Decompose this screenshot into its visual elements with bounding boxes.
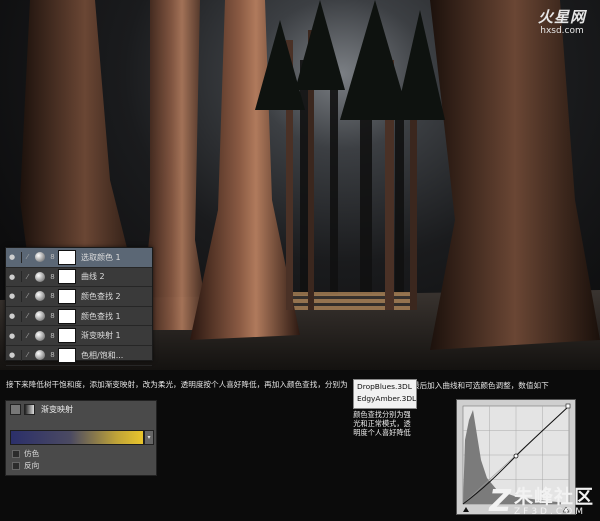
layer-row[interactable]: ● ⁄ 8 颜色查找 1	[6, 307, 152, 327]
eye-icon[interactable]: ●	[6, 292, 18, 300]
link-icon[interactable]: 8	[49, 273, 56, 281]
layer-name: 选取颜色 1	[81, 252, 121, 262]
layer-name: 颜色查找 2	[81, 291, 121, 301]
watermark-zf3d: Z 朱峰社区 ZF3D.COM	[489, 484, 594, 519]
eye-icon[interactable]: ●	[6, 253, 18, 261]
zf-logo-icon: Z	[489, 484, 511, 519]
layer-mask-thumb[interactable]	[58, 288, 76, 304]
dither-option[interactable]: 仿色	[12, 448, 39, 459]
layer-name: 曲线 2	[81, 272, 105, 282]
adjustment-icon	[35, 350, 45, 361]
link-icon[interactable]: 8	[49, 312, 56, 320]
lut-item: DropBlues.3DL	[357, 382, 412, 391]
layer-mask-thumb[interactable]	[58, 328, 76, 344]
caption-text: 接下来降低树干饱和度，添加渐变映射，改为柔光，透明度按个人喜好降低，再加入颜色查…	[6, 380, 348, 389]
link-icon[interactable]: 8	[49, 351, 56, 359]
layer-name: 颜色查找 1	[81, 311, 121, 321]
brush-icon: ⁄	[21, 349, 33, 361]
dither-checkbox[interactable]	[12, 449, 20, 458]
watermark-url: hxsd.com	[540, 26, 584, 36]
gradient-map-panel: 渐变映射 ▾ 仿色 反向	[5, 400, 157, 476]
eye-icon[interactable]: ●	[6, 312, 18, 320]
adjustment-icon	[35, 311, 45, 322]
layer-row[interactable]: ● ⁄ 8 色相/饱和...	[6, 346, 152, 366]
brush-icon: ⁄	[21, 290, 33, 302]
watermark-brand: 火星网	[537, 8, 586, 26]
eye-icon[interactable]: ●	[6, 273, 18, 281]
layer-row[interactable]: ● ⁄ 8 颜色查找 2	[6, 287, 152, 307]
layer-mask-thumb[interactable]	[58, 308, 76, 324]
caption-text-right: 最后加入曲线和可选颜色调整，数值如下	[412, 381, 549, 390]
eye-icon[interactable]: ●	[6, 351, 18, 359]
gradient-map-icon	[24, 404, 35, 415]
reverse-checkbox[interactable]	[12, 461, 20, 470]
link-icon[interactable]: 8	[49, 292, 56, 300]
layer-row[interactable]: ● ⁄ 8 选取颜色 1	[6, 248, 152, 268]
chevron-down-icon[interactable]: ▾	[144, 430, 154, 445]
watermark-url-bottom: ZF3D.COM	[513, 507, 586, 517]
eye-icon[interactable]: ●	[6, 332, 18, 340]
layer-mask-thumb[interactable]	[58, 347, 76, 363]
adjustment-icon	[35, 252, 45, 263]
link-icon[interactable]: 8	[49, 332, 56, 340]
brush-icon: ⁄	[21, 330, 33, 342]
lut-item: EdgyAmber.3DL	[357, 394, 417, 403]
gradient-preview[interactable]	[10, 430, 144, 445]
brush-icon: ⁄	[21, 271, 33, 283]
layer-name: 色相/饱和...	[81, 350, 124, 360]
lut-list: DropBlues.3DL EdgyAmber.3DL	[353, 379, 417, 409]
watermark-cn: 朱峰社区	[513, 486, 594, 508]
adjustment-icon	[35, 271, 45, 282]
layer-name: 渐变映射 1	[81, 331, 121, 341]
gradient-map-header: 渐变映射	[6, 401, 156, 418]
brush-icon: ⁄	[21, 310, 33, 322]
dither-label: 仿色	[24, 449, 40, 458]
panel-title: 渐变映射	[41, 405, 73, 414]
reverse-option[interactable]: 反向	[12, 460, 39, 471]
brush-icon: ⁄	[21, 251, 33, 263]
layers-panel: ● ⁄ 8 选取颜色 1 ● ⁄ 8 曲线 2 ● ⁄ 8 颜色查找 2 ● ⁄…	[5, 247, 153, 366]
adjustment-icon	[35, 291, 45, 302]
adjustment-icon	[35, 330, 45, 341]
lut-note: 颜色查找分别为强光和正常模式，透明度个人喜好降低	[353, 410, 411, 437]
adjustment-layer-icon	[10, 404, 21, 415]
watermark-hxsd: 火星网 hxsd.com	[538, 6, 586, 36]
link-icon[interactable]: 8	[49, 253, 56, 261]
layer-mask-thumb[interactable]	[58, 269, 76, 285]
layer-mask-thumb[interactable]	[58, 249, 76, 265]
layer-row[interactable]: ● ⁄ 8 渐变映射 1	[6, 326, 152, 346]
layer-row[interactable]: ● ⁄ 8 曲线 2	[6, 268, 152, 288]
reverse-label: 反向	[24, 461, 40, 470]
